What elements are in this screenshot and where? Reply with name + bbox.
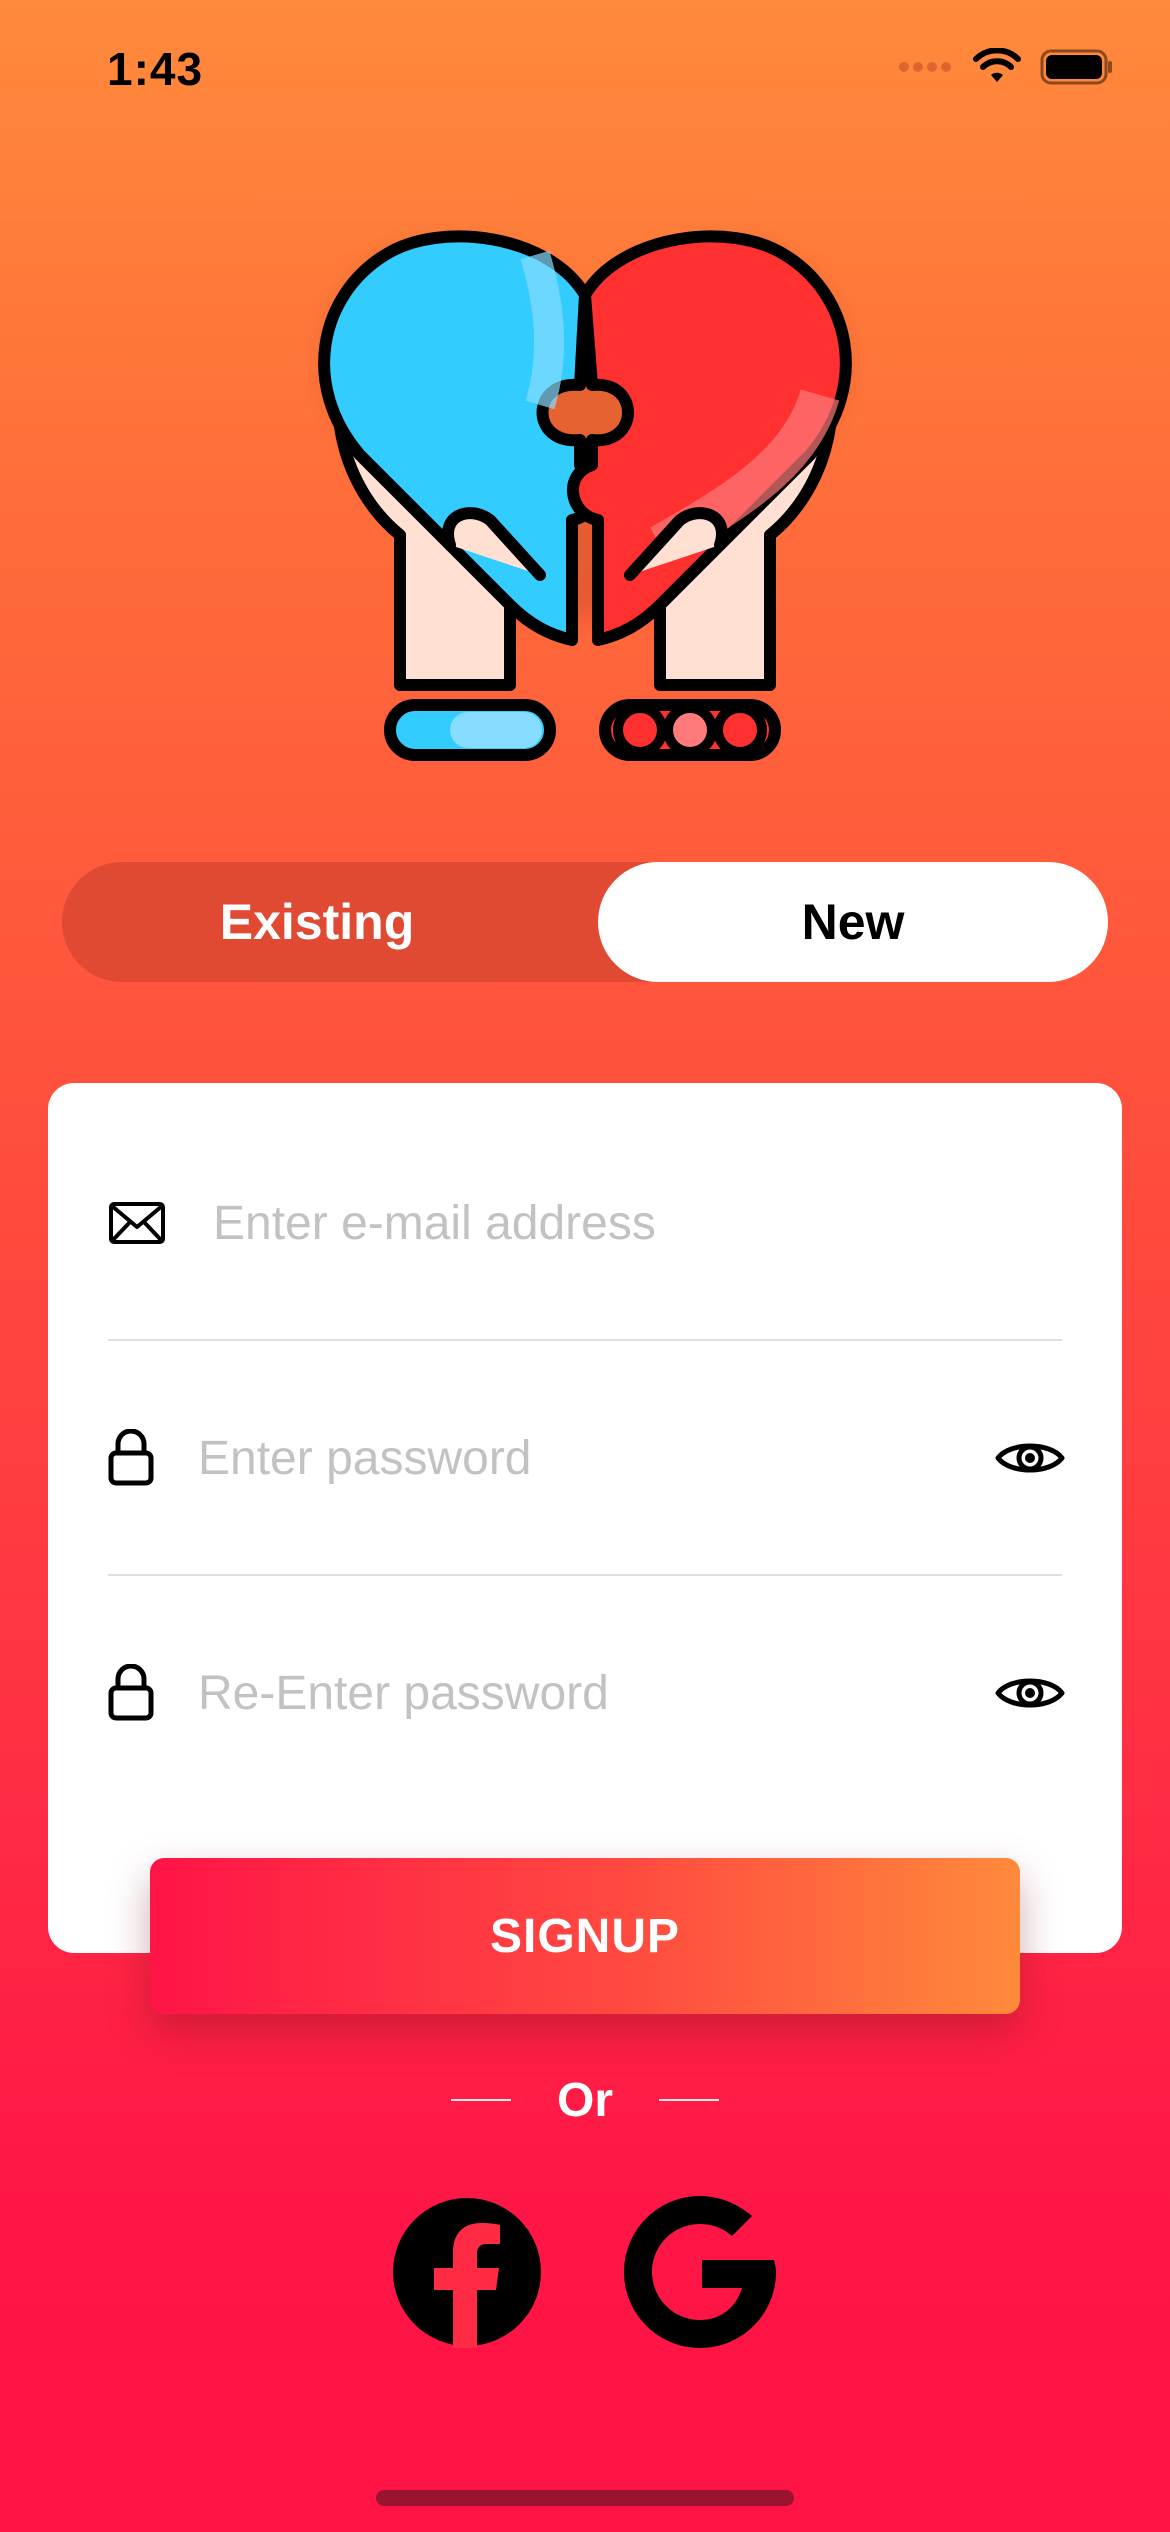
or-line-right [659,2099,719,2101]
status-bar: 1:43 [0,0,1170,140]
wifi-icon [973,48,1021,82]
email-input[interactable] [213,1195,1064,1251]
reenter-password-field [108,1633,1066,1753]
google-icon [624,2196,776,2348]
email-field [108,1163,1064,1283]
show-reenter-password-button[interactable] [994,1668,1066,1718]
envelope-icon [109,1202,165,1244]
tab-existing[interactable]: Existing [62,862,572,982]
home-indicator [376,2490,794,2506]
or-label: Or [556,2073,613,2127]
password-field [108,1398,1066,1518]
reenter-password-input[interactable] [198,1665,994,1721]
or-line-left [450,2099,511,2101]
battery-icon [1040,49,1112,85]
status-time: 1:43 [107,43,204,95]
eye-icon [995,1678,1065,1708]
facebook-login-button[interactable] [391,2196,543,2348]
eye-icon [995,1443,1065,1473]
divider [108,1339,1062,1341]
auth-mode-toggle: Existing New [62,862,1108,982]
heart-puzzle-hands-logo [318,230,852,761]
show-password-button[interactable] [994,1433,1066,1483]
password-input[interactable] [198,1430,994,1486]
google-login-button[interactable] [624,2196,776,2348]
signup-button[interactable]: SIGNUP [150,1858,1020,2014]
or-divider: Or [0,2065,1170,2135]
cellular-signal-icon [899,62,951,72]
status-icons [898,48,1114,86]
tab-new[interactable]: New [598,862,1108,982]
divider [108,1574,1062,1576]
facebook-icon [393,2198,541,2348]
lock-icon [108,1429,154,1486]
signup-screen: 1:43 Existing New Enter e-mail address S… [0,0,1170,2532]
lock-icon [108,1664,154,1721]
